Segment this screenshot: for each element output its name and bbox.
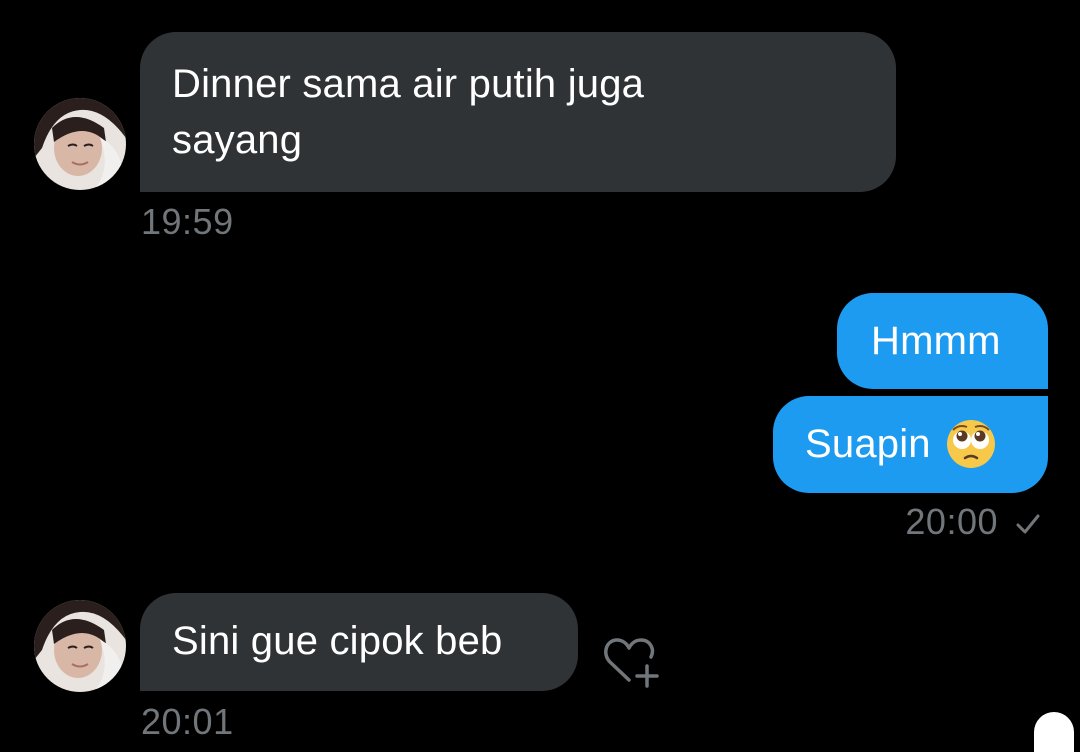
pleading-face-emoji (945, 418, 997, 470)
scroll-to-bottom-button[interactable] (1034, 712, 1074, 752)
message-timestamp: 19:59 (141, 201, 234, 242)
message-timestamp: 20:01 (141, 701, 234, 742)
sent-check-icon (1016, 514, 1040, 534)
message-bubble-incoming[interactable]: Sini gue cipok beb (140, 593, 578, 691)
message-bubble-outgoing[interactable]: Hmmm (837, 293, 1048, 389)
contact-avatar[interactable] (34, 98, 126, 190)
message-timestamp: 20:00 (905, 501, 998, 542)
message-text: Dinner sama air putih juga (172, 62, 645, 106)
contact-avatar[interactable] (34, 600, 126, 692)
message-bubble-incoming[interactable]: Dinner sama air putih juga sayang (140, 32, 896, 192)
message-bubble-outgoing[interactable]: Suapin (773, 396, 1048, 493)
add-reaction-heart-icon[interactable] (602, 634, 664, 690)
message-text: Hmmm (871, 319, 1001, 363)
message-text: sayang (172, 118, 303, 162)
message-text: Suapin (805, 422, 931, 466)
message-text: Sini gue cipok beb (172, 619, 503, 663)
